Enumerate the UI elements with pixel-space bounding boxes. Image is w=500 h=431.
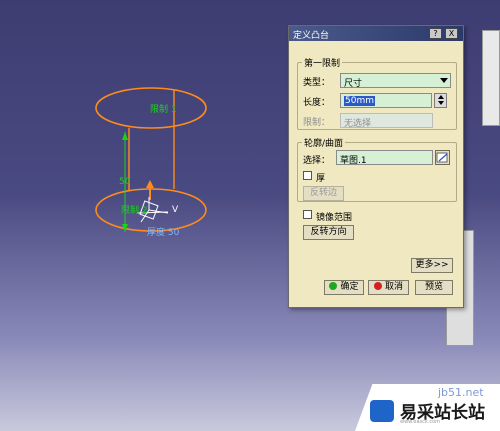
more-button[interactable]: 更多>> — [411, 258, 453, 273]
length-input[interactable]: 50mm — [340, 93, 432, 108]
axis-v-label: V — [172, 205, 179, 215]
limit-field[interactable]: 无选择 — [340, 113, 433, 128]
type-label: 类型： — [303, 78, 331, 88]
cancel-button[interactable]: 取消 — [368, 280, 409, 295]
limit-label: 限制： — [303, 118, 331, 128]
dialog-title: 定义凸台 — [293, 31, 330, 41]
first-limit-group-title: 第一限制 — [302, 56, 343, 69]
length-spinner[interactable] — [434, 93, 447, 108]
limit2-label[interactable]: 限制 2 — [121, 203, 148, 216]
chevron-down-icon — [440, 78, 448, 83]
ok-button[interactable]: 确定 — [324, 280, 364, 295]
limit1-label[interactable]: 限制 1 — [150, 102, 177, 115]
dimension-label[interactable]: 50 — [119, 177, 130, 187]
watermark-subtext: www.easck.com — [400, 419, 441, 425]
sketch-edit-button[interactable] — [435, 150, 450, 165]
limit-field-value: 无选择 — [344, 119, 372, 128]
reverse-direction-button[interactable]: 反转方向 — [303, 225, 354, 240]
mirror-extent-label: 镜像范围 — [316, 213, 353, 223]
length-label: 长度： — [303, 98, 331, 108]
profile-group-title: 轮廓/曲面 — [302, 136, 346, 149]
ok-icon — [329, 282, 338, 290]
wall-label[interactable]: 厚度 50 — [147, 225, 179, 238]
spinner-down-icon[interactable] — [435, 100, 446, 106]
type-select-value: 尺寸 — [344, 79, 363, 88]
cancel-label: 取消 — [384, 282, 403, 292]
mirror-extent-checkbox[interactable] — [303, 210, 312, 219]
select-label: 选择： — [303, 156, 331, 166]
type-select[interactable]: 尺寸 — [340, 73, 451, 88]
profile-select-field[interactable]: 草图.1 — [336, 150, 433, 165]
length-input-value: 50mm — [344, 96, 375, 106]
brand-logo-icon — [370, 400, 394, 422]
close-button[interactable]: X — [445, 28, 458, 39]
help-button[interactable]: ? — [429, 28, 442, 39]
dimension-arrow-top — [122, 132, 128, 140]
reverse-side-button[interactable]: 反转边 — [303, 186, 344, 201]
cancel-icon — [373, 282, 382, 290]
define-pad-dialog: 定义凸台 ? X 第一限制 类型： 尺寸 长度： 50mm 限制： 无选择 轮廓… — [288, 25, 464, 308]
preview-button[interactable]: 预览 — [415, 280, 453, 295]
dialog-titlebar[interactable]: 定义凸台 ? X — [289, 26, 463, 41]
sketch-icon — [436, 152, 448, 163]
direction-arrow-head — [146, 180, 154, 188]
thick-checkbox[interactable] — [303, 171, 312, 180]
ok-label: 确定 — [340, 282, 359, 292]
profile-select-value: 草图.1 — [340, 156, 367, 165]
thick-label: 厚 — [316, 174, 326, 184]
right-toolbar-top[interactable] — [482, 30, 500, 126]
